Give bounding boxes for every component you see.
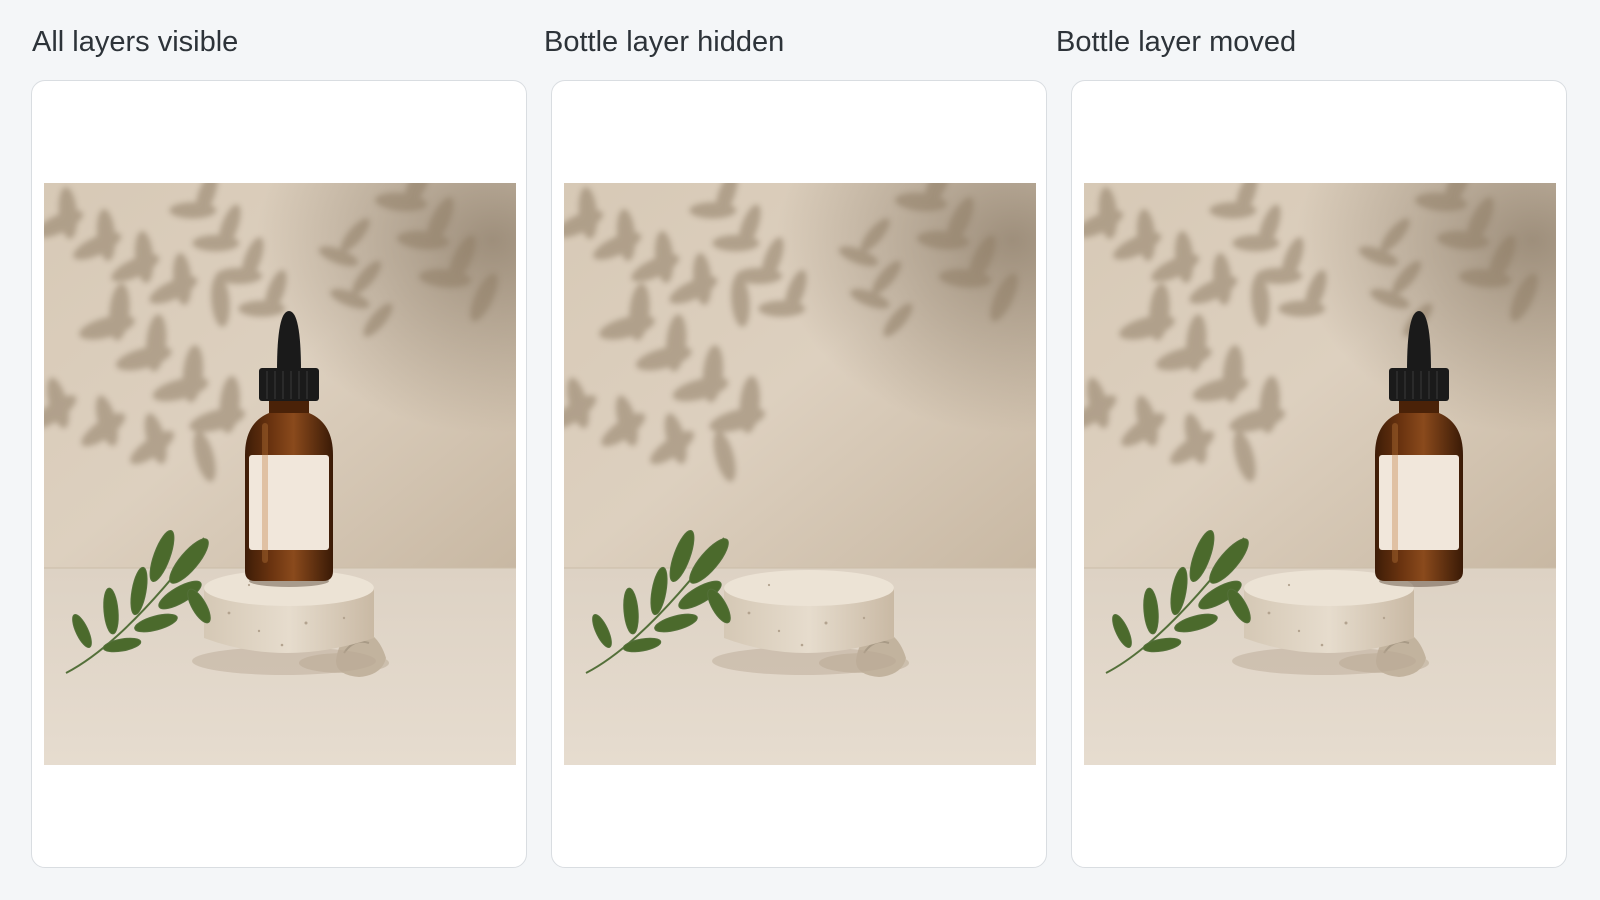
product-photo-bottle-hidden	[564, 183, 1036, 765]
panel-title-bottle-hidden: Bottle layer hidden	[544, 26, 785, 58]
panel-title-bottle-moved: Bottle layer moved	[1056, 26, 1297, 58]
product-photo-all-layers	[44, 183, 516, 765]
preview-card-all-layers	[31, 80, 527, 868]
panel-title-all-layers: All layers visible	[32, 26, 239, 58]
preview-card-bottle-hidden	[551, 80, 1047, 868]
product-photo-bottle-moved	[1084, 183, 1556, 765]
preview-card-bottle-moved	[1071, 80, 1567, 868]
